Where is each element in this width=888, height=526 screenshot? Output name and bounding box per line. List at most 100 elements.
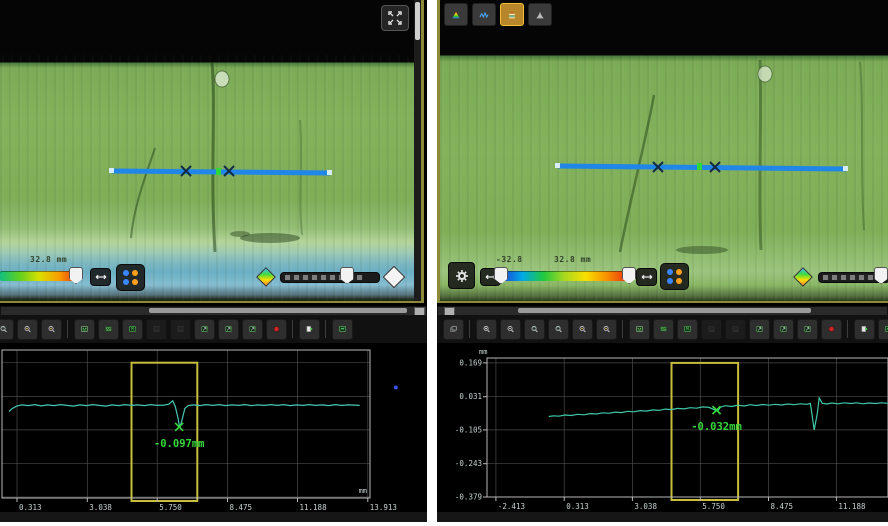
- zoom-horizontal-icon[interactable]: [548, 319, 569, 340]
- image-view-icon: [660, 323, 667, 335]
- region-select-icon[interactable]: [749, 319, 770, 340]
- zoom-region-icon[interactable]: [596, 319, 617, 340]
- export-image-icon[interactable]: [854, 319, 875, 340]
- y-tick-label: 0.169: [459, 358, 482, 367]
- color-layers-button[interactable]: [500, 3, 524, 26]
- align-tool-icon[interactable]: [725, 319, 746, 340]
- profile-chart[interactable]: -2.4130.3133.0385.7508.47511.1880.1690.0…: [437, 345, 888, 522]
- left-toolbar: M: [0, 315, 427, 343]
- horizontal-scrollbar-thumb[interactable]: [518, 308, 811, 313]
- zoom-point-icon: [579, 323, 586, 335]
- measure-value-label: -0.097mm: [154, 438, 205, 450]
- pane-layout-icon[interactable]: [443, 319, 464, 340]
- right-profile-chart-area: -2.4130.3133.0385.7508.47511.1880.1690.0…: [437, 345, 888, 522]
- peak-view-icon: [535, 8, 545, 22]
- record-icon: [273, 323, 280, 335]
- fit-screen-icon[interactable]: [74, 319, 95, 340]
- view-mode-bar: [444, 3, 552, 26]
- color-scale-gradient[interactable]: [501, 271, 628, 281]
- region-zoom-out-icon[interactable]: [242, 319, 263, 340]
- zoom-region-icon: [603, 323, 610, 335]
- image-view-icon[interactable]: [98, 319, 119, 340]
- region-zoom-out-icon[interactable]: [797, 319, 818, 340]
- palette-dot: [123, 279, 129, 285]
- region-zoom-in-icon[interactable]: [773, 319, 794, 340]
- line-center-point: [697, 163, 702, 170]
- profile-view-button[interactable]: [472, 3, 496, 26]
- region-zoom-in-icon: [225, 323, 232, 335]
- zoom-point-icon[interactable]: [17, 319, 38, 340]
- profile-chart[interactable]: 0.3133.0385.7508.47511.18813.913-0.097mm…: [0, 345, 427, 522]
- color-scale-max-label: 32.8 mm: [554, 255, 591, 264]
- palette-dot: [676, 269, 682, 275]
- zoom-vertical-icon[interactable]: [0, 319, 14, 340]
- left-image-viewport[interactable]: 32.8 mm: [0, 0, 424, 303]
- settings-button[interactable]: [448, 262, 475, 289]
- zoom-point-icon[interactable]: [572, 319, 593, 340]
- snapshot-icon[interactable]: [878, 319, 888, 340]
- gear-icon: [455, 269, 469, 283]
- zoom-out-icon[interactable]: [500, 319, 521, 340]
- right-image-viewport[interactable]: -32.8 32.8 mm: [437, 0, 888, 303]
- align-tool-icon: [177, 323, 184, 335]
- toolbar-separator: [325, 320, 326, 338]
- x-tick-label: 8.475: [230, 503, 253, 512]
- color-palette-button[interactable]: [660, 263, 689, 290]
- height-map-icon: [451, 8, 461, 22]
- zoom-vertical-icon[interactable]: [524, 319, 545, 340]
- fit-range-button[interactable]: [90, 268, 111, 286]
- measure-marker[interactable]: -0.032mm: [691, 406, 742, 433]
- right-panel: -32.8 32.8 mm: [437, 0, 888, 522]
- peak-view-button[interactable]: [528, 3, 552, 26]
- app-window: { "left_panel": { "color_scale_label": "…: [0, 0, 888, 522]
- export-image-icon[interactable]: [299, 319, 320, 340]
- fit-range-button-2[interactable]: [636, 268, 657, 286]
- expand-view-button[interactable]: [381, 5, 409, 31]
- fit-screen-icon[interactable]: [629, 319, 650, 340]
- status-strip: [437, 512, 888, 522]
- measure-mode-icon[interactable]: M: [677, 319, 698, 340]
- measure-mode-icon[interactable]: M: [122, 319, 143, 340]
- x-tick-label: 0.313: [566, 502, 589, 511]
- x-tick-label: 8.475: [771, 502, 794, 511]
- fit-range-icon: [95, 271, 107, 283]
- snapshot-icon[interactable]: [332, 319, 353, 340]
- zoom-region-icon[interactable]: [41, 319, 62, 340]
- color-scale-gradient[interactable]: [0, 271, 78, 281]
- measure-value-label: -0.032mm: [691, 421, 742, 433]
- image-view-icon[interactable]: [653, 319, 674, 340]
- palette-dot: [132, 270, 138, 276]
- region-zoom-in-icon[interactable]: [218, 319, 239, 340]
- measure-mode-icon: M: [684, 323, 691, 335]
- profile-line: [9, 401, 360, 428]
- pane-layout-icon: [450, 323, 457, 335]
- toolbar-separator: [67, 320, 68, 338]
- left-profile-chart-area: 0.3133.0385.7508.47511.18813.913-0.097mm…: [0, 345, 427, 522]
- fit-screen-icon: [81, 323, 88, 335]
- height-map-button[interactable]: [444, 3, 468, 26]
- x-tick-label: 11.188: [838, 502, 866, 511]
- layer-slider[interactable]: [280, 272, 380, 283]
- align-tool-icon: [732, 323, 739, 335]
- vertical-scrollbar-thumb[interactable]: [415, 2, 420, 40]
- color-palette-button[interactable]: [116, 264, 145, 291]
- toolbar-separator: [622, 320, 623, 338]
- zoom-in-icon[interactable]: [476, 319, 497, 340]
- horizontal-scrollbar-thumb[interactable]: [149, 308, 407, 313]
- snapshot-icon: [885, 323, 888, 335]
- region-select-icon[interactable]: [194, 319, 215, 340]
- vertical-scrollbar[interactable]: [414, 0, 421, 301]
- record-icon[interactable]: [821, 319, 842, 340]
- align-tool-icon[interactable]: [170, 319, 191, 340]
- measure-mode-icon: M: [129, 323, 136, 335]
- compare-tool-icon[interactable]: [701, 319, 722, 340]
- x-tick-label: 13.913: [370, 503, 397, 512]
- record-icon[interactable]: [266, 319, 287, 340]
- zoom-horizontal-icon: [555, 323, 562, 335]
- y-tick-label: -0.379: [455, 493, 482, 502]
- compare-tool-icon[interactable]: [146, 319, 167, 340]
- x-tick-label: 3.038: [89, 503, 112, 512]
- highlight-box[interactable]: [132, 363, 198, 501]
- cursor-dot: [394, 386, 398, 390]
- color-scale-min-label: -32.8: [496, 255, 523, 264]
